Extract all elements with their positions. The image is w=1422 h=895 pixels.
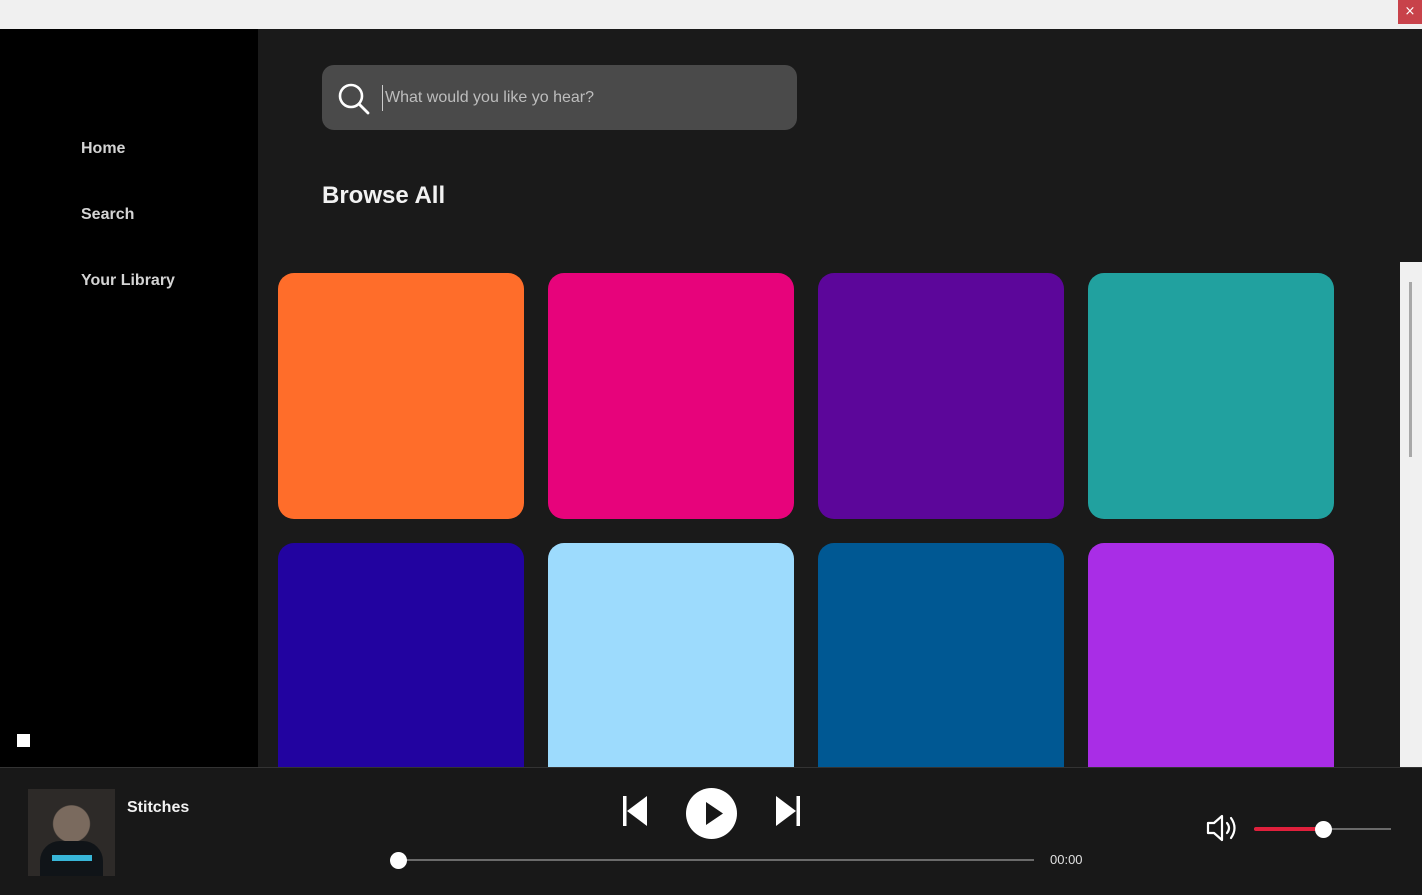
volume-level — [1254, 827, 1323, 831]
scrollbar-thumb[interactable] — [1409, 282, 1412, 457]
category-tile[interactable] — [1088, 543, 1334, 767]
search-bar[interactable] — [322, 65, 797, 130]
sidebar: Home Search Your Library — [0, 29, 258, 767]
next-track-button[interactable] — [773, 794, 803, 828]
page-title: Browse All — [322, 182, 446, 209]
play-icon — [706, 802, 723, 825]
player-bar: Stitches 00:00 — [0, 767, 1422, 895]
search-input[interactable] — [382, 85, 782, 111]
search-icon — [338, 83, 370, 115]
close-window-button[interactable]: × — [1398, 0, 1422, 24]
category-tile[interactable] — [548, 273, 794, 519]
category-tile[interactable] — [278, 543, 524, 767]
sidebar-item-home[interactable]: Home — [81, 140, 125, 158]
elapsed-time: 00:00 — [1050, 852, 1083, 867]
window-titlebar: × — [0, 0, 1422, 29]
vertical-scrollbar[interactable] — [1400, 262, 1422, 767]
volume-icon[interactable] — [1205, 811, 1241, 845]
category-tile[interactable] — [818, 273, 1064, 519]
album-art — [28, 789, 115, 876]
sidebar-item-search[interactable]: Search — [81, 206, 134, 224]
category-tile[interactable] — [1088, 273, 1334, 519]
sidebar-item-your-library[interactable]: Your Library — [81, 272, 175, 290]
album-art-print — [52, 855, 92, 861]
track-title: Stitches — [127, 799, 190, 816]
category-tile[interactable] — [548, 543, 794, 767]
progress-handle[interactable] — [390, 852, 407, 869]
main-content: Browse All — [258, 29, 1422, 767]
previous-track-button[interactable] — [620, 794, 650, 828]
category-tile[interactable] — [818, 543, 1064, 767]
volume-handle[interactable] — [1314, 821, 1332, 838]
play-button[interactable] — [686, 788, 737, 839]
category-tile[interactable] — [278, 273, 524, 519]
progress-bar[interactable] — [398, 859, 1034, 861]
sidebar-square-icon — [17, 734, 30, 747]
